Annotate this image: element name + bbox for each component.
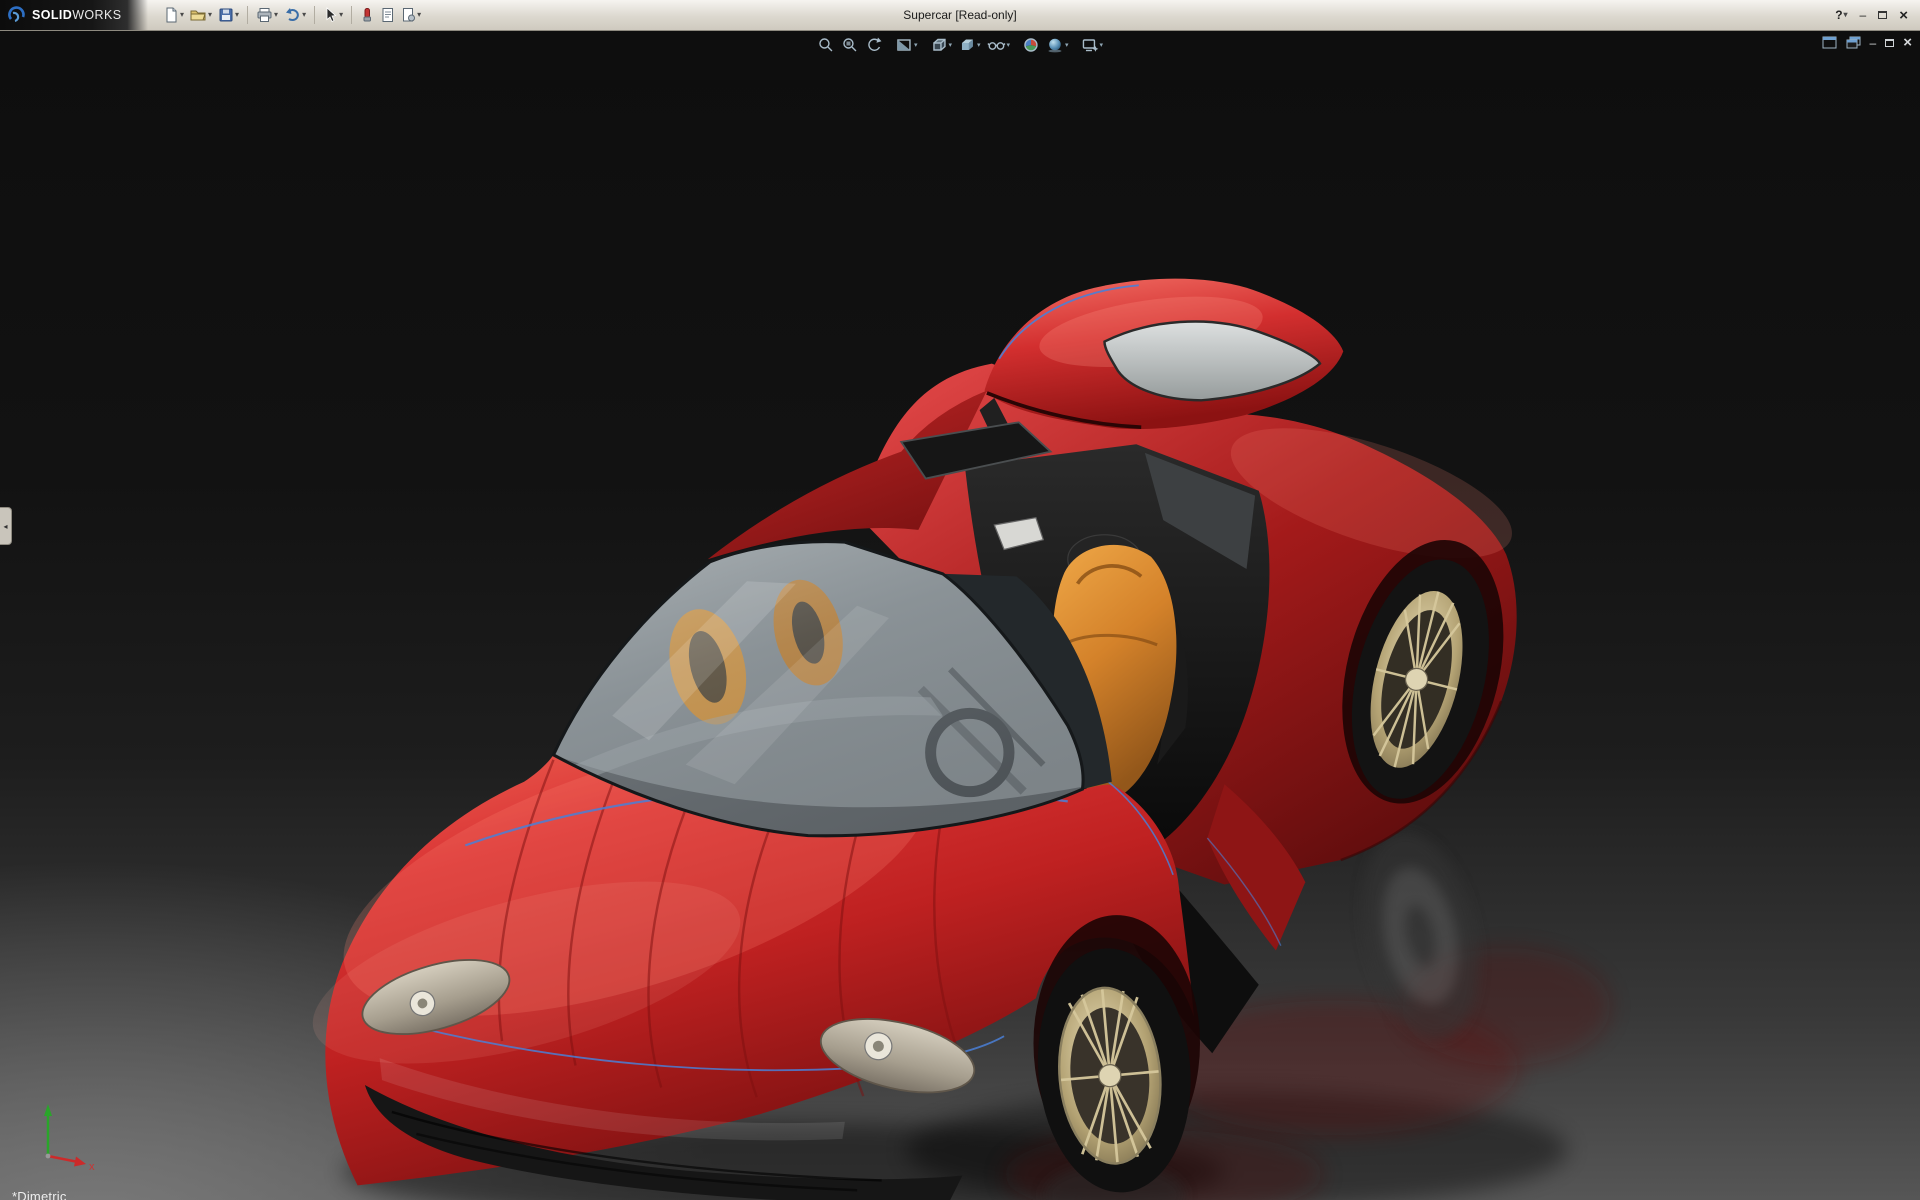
- undo-arrow-icon: [286, 8, 299, 22]
- dropdown-caret[interactable]: ▾: [1007, 41, 1011, 49]
- toolbar-separator: [351, 6, 353, 24]
- help-button[interactable]: ? ▾: [1835, 9, 1847, 21]
- print-icon: [257, 8, 272, 22]
- doc-restore-button[interactable]: [1885, 38, 1895, 47]
- minimize-button[interactable]: –: [1860, 9, 1867, 21]
- collapse-arrow-icon: ◂: [3, 521, 8, 531]
- new-window-icon: [1846, 36, 1861, 49]
- print-button[interactable]: ▾: [253, 2, 281, 28]
- doc-close-button[interactable]: ×: [1903, 35, 1912, 50]
- dropdown-caret[interactable]: ▾: [977, 41, 981, 49]
- previous-view-icon: [868, 37, 882, 51]
- options-sheet-icon: [403, 8, 416, 22]
- save-floppy-icon: [219, 8, 233, 22]
- new-document-icon: [166, 7, 177, 23]
- dropdown-caret[interactable]: ▾: [1065, 41, 1069, 49]
- view-orientation-cube-icon: [932, 38, 946, 51]
- options-button[interactable]: ▾: [398, 2, 424, 28]
- dropdown-caret[interactable]: ▾: [208, 11, 212, 19]
- apply-scene-sphere-icon: [1048, 38, 1062, 53]
- titlebar: SOLIDWORKS ▾ ▾ ▾ ▾ ▾ ▾ ▾ Supercar [Read-…: [0, 0, 1920, 31]
- new-window-button[interactable]: [1846, 36, 1861, 49]
- select-cursor-icon: [326, 7, 337, 23]
- zoom-to-fit-icon: [819, 38, 833, 52]
- tile-window-button[interactable]: [1822, 36, 1837, 49]
- file-properties-button[interactable]: [377, 2, 398, 28]
- standard-toolbar: ▾ ▾ ▾ ▾ ▾ ▾ ▾: [148, 2, 424, 28]
- file-properties-icon: [382, 8, 394, 22]
- hide-show-glasses-icon: [986, 42, 1006, 50]
- save-button[interactable]: ▾: [215, 2, 242, 28]
- undo-button[interactable]: ▾: [281, 2, 309, 28]
- edit-appearance-button[interactable]: [1020, 35, 1042, 55]
- open-folder-icon: [190, 10, 206, 21]
- toolbar-separator: [247, 6, 249, 24]
- previous-view-button[interactable]: [863, 35, 885, 55]
- window-controls: ? ▾ – ×: [1835, 8, 1920, 23]
- solidworks-window: SOLIDWORKS ▾ ▾ ▾ ▾ ▾ ▾ ▾ Supercar [Read-…: [0, 0, 1920, 1200]
- document-title: Supercar [Read-only]: [903, 8, 1017, 22]
- view-orientation-button[interactable]: ▾: [927, 35, 954, 55]
- dropdown-caret[interactable]: ▾: [339, 11, 343, 19]
- display-style-button[interactable]: ▾: [956, 35, 983, 55]
- open-document-button[interactable]: ▾: [187, 2, 215, 28]
- select-button[interactable]: ▾: [320, 2, 346, 28]
- orientation-triad: x: [44, 1104, 95, 1173]
- appearance-button[interactable]: [357, 2, 377, 28]
- section-view-button[interactable]: ▾: [893, 35, 920, 55]
- dropdown-caret[interactable]: ▾: [948, 41, 952, 49]
- dropdown-caret: ▾: [1843, 10, 1848, 19]
- view-orientation-label: *Dimetric: [12, 1189, 67, 1200]
- 3d-model-supercar[interactable]: [0, 31, 1920, 1200]
- solidworks-logo: SOLIDWORKS: [0, 0, 148, 30]
- restore-icon: [1878, 11, 1888, 19]
- dassault-3ds-logo-icon: [8, 6, 25, 23]
- restore-button[interactable]: [1878, 11, 1888, 19]
- doc-restore-icon: [1885, 38, 1895, 47]
- dropdown-caret[interactable]: ▾: [180, 11, 184, 19]
- dropdown-caret[interactable]: ▾: [914, 41, 918, 49]
- heads-up-view-toolbar: ▾ ▾ ▾ ▾ ▾ ▾: [815, 35, 1105, 55]
- zoom-to-area-icon: [843, 38, 857, 52]
- featuremanager-collapse-tab[interactable]: ◂: [0, 507, 12, 545]
- logo-text: SOLIDWORKS: [32, 8, 122, 22]
- zoom-to-area-button[interactable]: [839, 35, 861, 55]
- doc-minimize-button[interactable]: –: [1870, 37, 1877, 49]
- apply-scene-button[interactable]: ▾: [1044, 35, 1071, 55]
- dropdown-caret[interactable]: ▾: [302, 11, 306, 19]
- toolbar-separator: [314, 6, 316, 24]
- close-button[interactable]: ×: [1899, 8, 1908, 23]
- view-settings-button[interactable]: ▾: [1079, 35, 1106, 55]
- appearance-swatch-icon: [363, 8, 372, 22]
- triad-x-label: x: [89, 1161, 95, 1173]
- display-style-icon: [961, 39, 973, 50]
- edit-appearance-ball-icon: [1024, 38, 1038, 52]
- graphics-viewport[interactable]: ▾ ▾ ▾ ▾ ▾ ▾ – × ◂ x *Dimetric: [0, 31, 1920, 1200]
- dropdown-caret[interactable]: ▾: [417, 11, 421, 19]
- hide-show-items-button[interactable]: ▾: [985, 35, 1013, 55]
- section-view-icon: [897, 39, 911, 51]
- tile-window-icon: [1822, 36, 1837, 49]
- view-settings-icon: [1082, 39, 1098, 52]
- dropdown-caret[interactable]: ▾: [235, 11, 239, 19]
- dropdown-caret[interactable]: ▾: [1100, 41, 1104, 49]
- zoom-to-fit-button[interactable]: [815, 35, 837, 55]
- new-document-button[interactable]: ▾: [160, 2, 187, 28]
- dropdown-caret[interactable]: ▾: [274, 11, 278, 19]
- document-window-controls: – ×: [1822, 35, 1912, 50]
